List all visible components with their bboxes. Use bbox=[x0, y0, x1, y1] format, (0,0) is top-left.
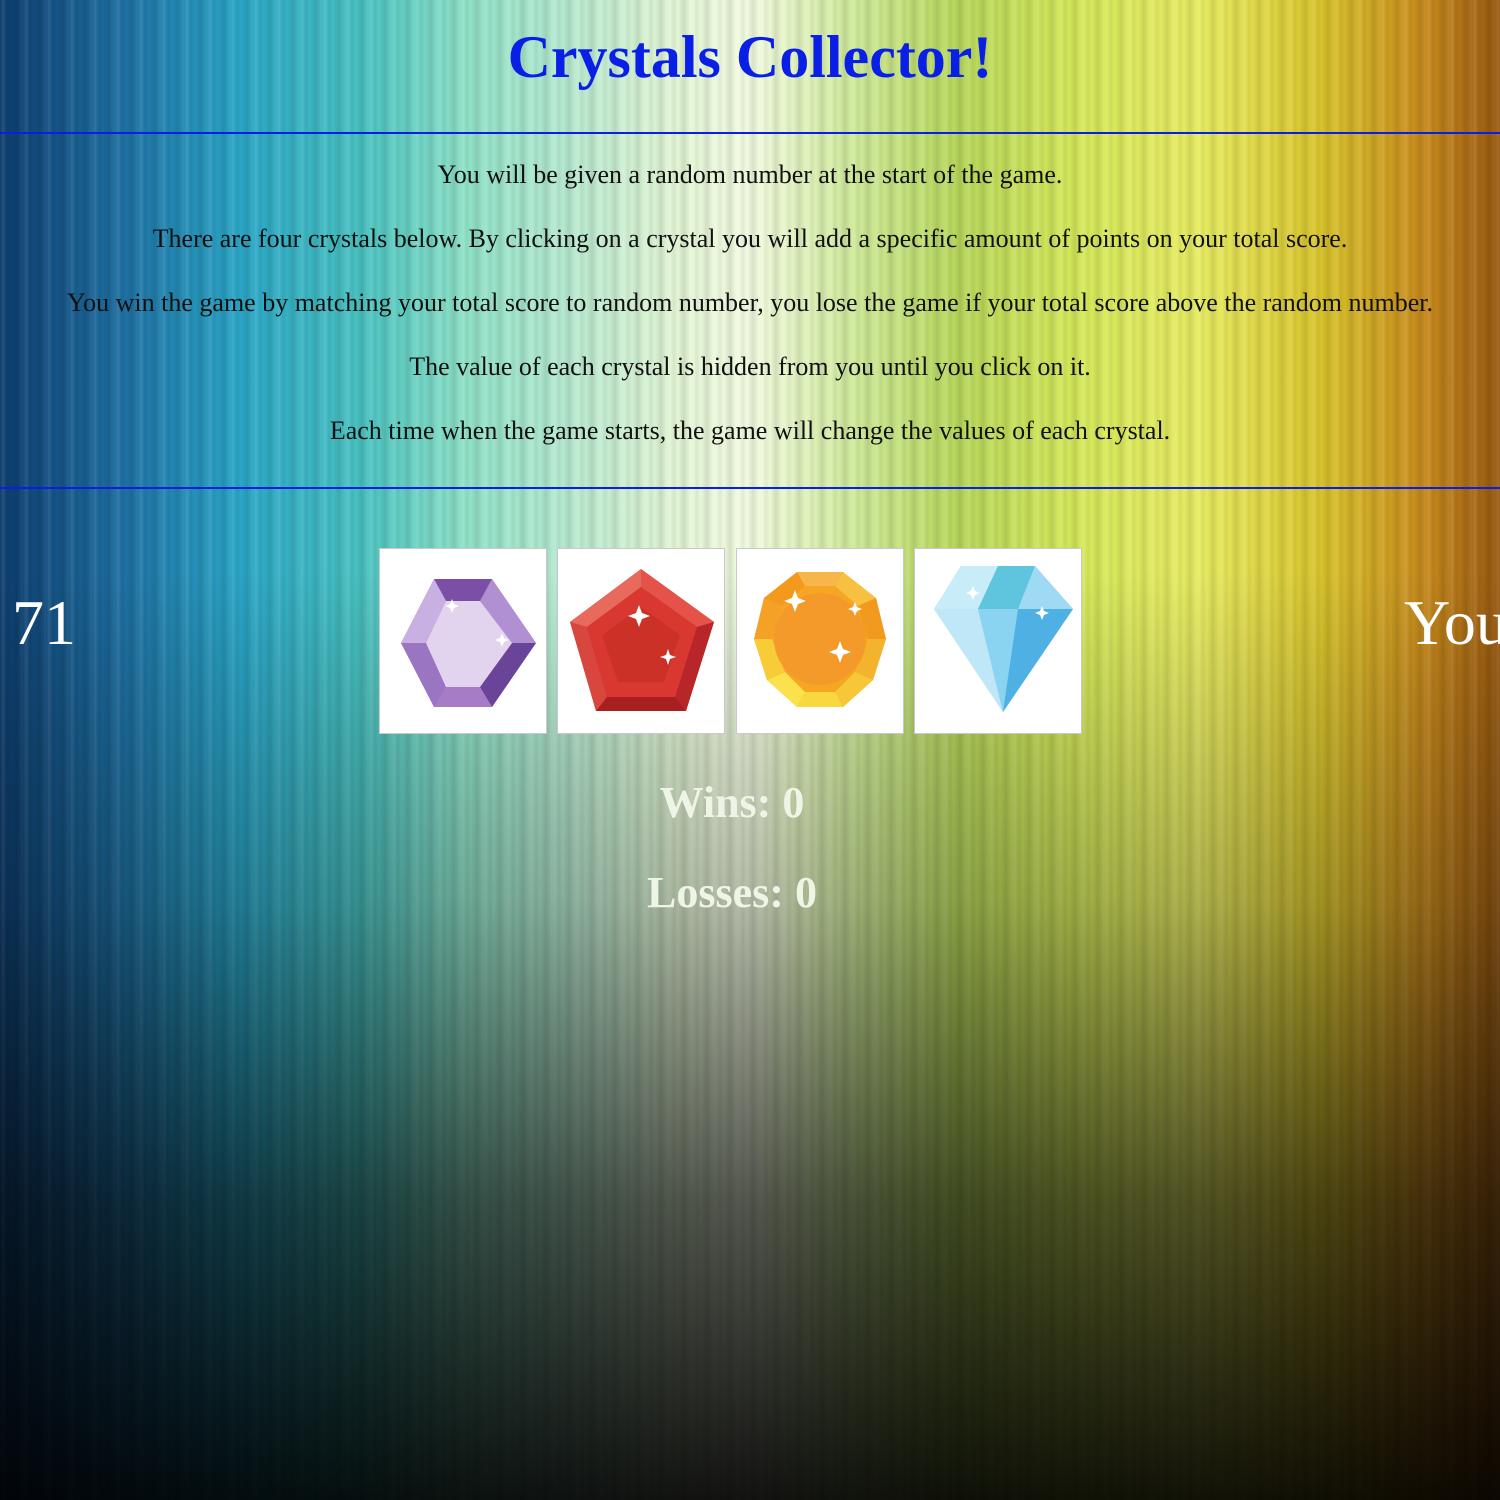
crystal-button-purple[interactable] bbox=[379, 548, 547, 734]
red-pentagon-crystal-icon bbox=[570, 569, 714, 711]
page-title: Crystals Collector! bbox=[507, 24, 993, 90]
total-score-label: You bbox=[1404, 587, 1500, 658]
crystal-button-red[interactable] bbox=[557, 548, 725, 734]
blue-diamond-crystal-icon bbox=[934, 566, 1073, 712]
top-divider bbox=[0, 132, 1500, 134]
instruction-line: The value of each crystal is hidden from… bbox=[409, 352, 1091, 381]
page: Crystals Collector! You will be given a … bbox=[0, 0, 1500, 1500]
instruction-line: You win the game by matching your total … bbox=[66, 288, 1434, 317]
random-number: 71 bbox=[12, 587, 76, 658]
crystal-button-blue[interactable] bbox=[914, 548, 1082, 734]
orange-round-crystal-icon bbox=[754, 572, 886, 707]
bottom-divider bbox=[0, 487, 1500, 489]
instructions: You will be given a random number at the… bbox=[0, 162, 1500, 482]
wins-counter: Wins: 0 bbox=[659, 778, 805, 827]
crystal-button-orange[interactable] bbox=[736, 548, 904, 734]
losses-counter: Losses: 0 bbox=[647, 868, 817, 917]
purple-hexagon-crystal-icon bbox=[401, 579, 536, 707]
instruction-line: You will be given a random number at the… bbox=[437, 160, 1063, 189]
crystal-buttons bbox=[379, 548, 1091, 738]
instruction-line: Each time when the game starts, the game… bbox=[329, 416, 1171, 445]
instruction-line: There are four crystals below. By clicki… bbox=[152, 224, 1348, 253]
